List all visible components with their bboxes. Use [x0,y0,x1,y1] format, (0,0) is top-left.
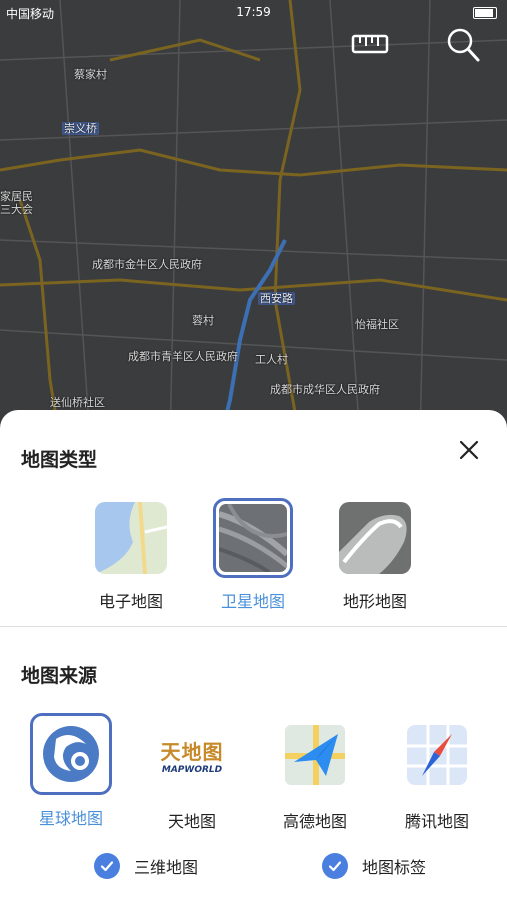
map-view[interactable]: 蔡家村 崇义桥 家居民 三大会 成都市金牛区人民政府 西安路 怡福社区 蓉村 成都… [0,0,507,440]
map-type-title: 地图类型 [21,449,98,471]
check-icon [328,861,342,872]
map-label: 工人村 [255,353,288,366]
map-type-label: 电子地图 [98,592,163,611]
satellite-map-thumb [213,498,293,578]
map-label-highlight: 崇义桥 [62,122,99,135]
search-button[interactable] [440,24,484,64]
vector-map-thumb [95,502,167,574]
map-label: 成都市金牛区人民政府 [92,258,202,271]
map-source-planet[interactable]: 星球地图 [16,713,126,829]
map-type-label: 卫星地图 [220,592,285,611]
map-roads [0,0,507,440]
map-label: 家居民 三大会 [0,190,33,216]
map-source-label: 高德地图 [282,812,347,831]
map-label-highlight: 西安路 [258,292,295,305]
map-source-tianditu[interactable]: 天地图 MAPWORLD 天地图 [137,716,247,832]
option-3d-map[interactable]: 三维地图 [94,853,198,879]
tianditu-logo-sub: MAPWORLD [161,764,223,775]
map-label: 送仙桥社区 [50,396,105,409]
map-label: 蔡家村 [74,68,107,81]
map-type-satellite[interactable]: 卫星地图 [198,498,308,612]
amap-logo [276,716,354,794]
close-button[interactable] [455,436,483,464]
ruler-icon [351,34,389,54]
status-time: 17:59 [236,5,271,19]
ruler-button[interactable] [348,24,392,64]
option-map-labels[interactable]: 地图标签 [322,853,426,879]
battery-icon [473,7,497,19]
map-label: 成都市青羊区人民政府 [128,350,238,363]
map-source-label: 腾讯地图 [404,812,469,831]
close-icon [459,440,479,460]
map-type-label: 地形地图 [342,592,407,611]
map-label: 怡福社区 [355,318,399,331]
map-source-label: 天地图 [167,812,216,831]
checkbox[interactable] [94,853,120,879]
checkbox[interactable] [322,853,348,879]
map-type-vector[interactable]: 电子地图 [76,502,186,612]
map-source-tencent[interactable]: 腾讯地图 [382,716,492,832]
option-label: 地图标签 [362,858,427,877]
map-source-label: 星球地图 [38,809,103,828]
status-bar: 中国移动 17:59 [0,3,507,23]
section-divider [0,626,507,627]
map-label: 成都市成华区人民政府 [270,383,380,396]
check-icon [100,861,114,872]
map-type-terrain[interactable]: 地形地图 [320,502,430,612]
search-icon [447,28,480,62]
map-label: 蓉村 [192,314,214,327]
map-settings-sheet: 地图类型 电子地图 卫星地图 地形地图 地图来源 星球地图 天地图 MAPWOR… [0,410,507,900]
option-label: 三维地图 [134,858,199,877]
planet-map-logo [30,713,112,795]
tianditu-logo-text: 天地图 [160,739,224,764]
map-source-amap[interactable]: 高德地图 [260,716,370,832]
terrain-map-thumb [339,502,411,574]
tencent-map-logo [398,716,476,794]
map-source-title: 地图来源 [21,665,98,687]
tianditu-logo: 天地图 MAPWORLD [153,716,231,794]
